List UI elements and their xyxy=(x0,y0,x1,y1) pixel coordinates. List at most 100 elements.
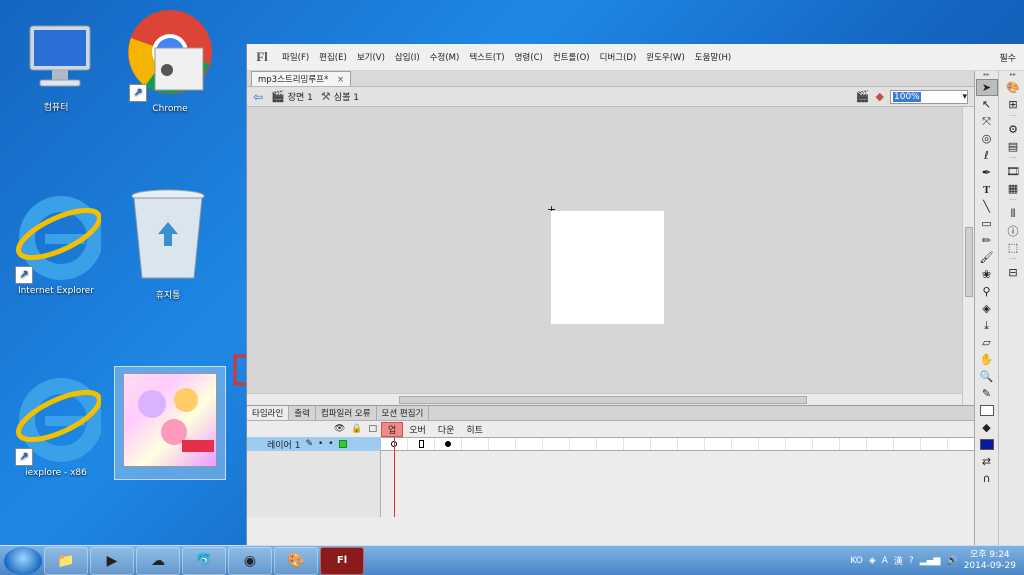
bone-tool-icon[interactable]: ⚲ xyxy=(976,283,998,300)
pen-tool-icon[interactable]: ✒ xyxy=(976,164,998,181)
stage-pasteboard[interactable]: + xyxy=(247,107,974,405)
menu-modify[interactable]: 수정(M) xyxy=(425,51,465,63)
close-icon[interactable]: × xyxy=(337,75,344,85)
text-tool-icon[interactable]: T xyxy=(976,181,998,198)
input-mode-icon[interactable]: A xyxy=(882,556,888,566)
desktop-icon-iexplore-x86[interactable]: ↗ iexplore - x86 xyxy=(6,372,106,478)
desktop-icon-recycle-bin[interactable]: 휴지통 xyxy=(118,188,218,301)
frame-label-over[interactable]: 오버 xyxy=(403,423,432,436)
breadcrumb-symbol[interactable]: ⚒ 심볼 1 xyxy=(321,90,359,103)
hanja-icon[interactable]: 漢 xyxy=(894,554,903,567)
transform-panel-icon[interactable]: ⬚ xyxy=(1002,239,1024,256)
menu-window[interactable]: 윈도우(W) xyxy=(641,51,690,63)
motion-presets-icon[interactable]: 🎞 xyxy=(1002,163,1024,180)
language-indicator[interactable]: KO xyxy=(850,556,863,566)
desktop-icon-internet-explorer[interactable]: ↗ Internet Explorer xyxy=(6,190,106,296)
outline-swatch-icon[interactable] xyxy=(338,440,347,448)
taskbar-media-player-icon[interactable]: ▶ xyxy=(90,546,134,575)
panel-grip-icon[interactable]: ···· xyxy=(1000,197,1024,205)
panel-grip-icon[interactable]: ▸▸ xyxy=(975,71,998,79)
frame-label-down[interactable]: 다운 xyxy=(432,423,461,436)
paint-bucket-tool-icon[interactable]: ◈ xyxy=(976,300,998,317)
components-panel-icon[interactable]: ⊟ xyxy=(1002,264,1024,281)
taskbar-dolphin-icon[interactable]: 🐬 xyxy=(182,546,226,575)
eraser-tool-icon[interactable]: ▱ xyxy=(976,334,998,351)
frame-label-hit[interactable]: 히트 xyxy=(460,423,489,436)
desktop-icon-chrome[interactable]: ↗ Chrome xyxy=(120,8,220,114)
free-transform-tool-icon[interactable]: ⤧ xyxy=(976,113,998,130)
line-tool-icon[interactable]: ╲ xyxy=(976,198,998,215)
menu-debug[interactable]: 디버그(D) xyxy=(595,51,642,63)
outline-icon[interactable]: □ xyxy=(368,424,377,434)
eye-icon[interactable]: 👁 xyxy=(334,424,345,434)
menu-view[interactable]: 보기(V) xyxy=(352,51,390,63)
lasso-tool-icon[interactable]: ℓ xyxy=(976,147,998,164)
scrollbar-thumb[interactable] xyxy=(965,227,973,297)
clock[interactable]: 오후 9:24 2014-09-29 xyxy=(964,550,1016,572)
taskbar-cloud-icon[interactable]: ☁ xyxy=(136,546,180,575)
visible-dot-icon[interactable]: • xyxy=(318,439,323,449)
volume-icon[interactable]: 🔊 xyxy=(946,556,957,566)
snap-magnet-icon[interactable]: ∩ xyxy=(976,470,998,487)
info-panel-icon[interactable]: ⓘ xyxy=(1002,222,1024,239)
horizontal-scrollbar[interactable] xyxy=(247,393,962,405)
taskbar-explorer-icon[interactable]: 📁 xyxy=(44,546,88,575)
menu-edit[interactable]: 편집(E) xyxy=(314,51,352,63)
vertical-scrollbar[interactable] xyxy=(962,107,974,405)
tab-motion-editor[interactable]: 모션 편집기 xyxy=(377,406,430,420)
layer-row[interactable]: 레이어 1 ✎ • • xyxy=(247,437,381,451)
menu-insert[interactable]: 삽입(I) xyxy=(390,51,425,63)
taskbar-paint-icon[interactable]: 🎨 xyxy=(274,546,318,575)
start-button[interactable] xyxy=(4,546,42,575)
stroke-color-swatch[interactable] xyxy=(979,405,994,416)
taskbar-chrome-icon[interactable]: ◉ xyxy=(228,546,272,575)
workspace-mode[interactable]: 필수 xyxy=(999,51,1024,64)
tab-compiler-errors[interactable]: 컴파일러 오류 xyxy=(316,406,377,420)
stage-canvas[interactable] xyxy=(551,211,664,324)
rectangle-tool-icon[interactable]: ▭ xyxy=(976,215,998,232)
frame-cells[interactable] xyxy=(381,437,974,451)
tab-output[interactable]: 출력 xyxy=(289,406,316,420)
back-arrow-icon[interactable]: ⇦ xyxy=(253,90,263,104)
lock-icon[interactable]: 🔒 xyxy=(351,424,362,434)
swap-colors-icon[interactable]: ⇄ xyxy=(976,453,998,470)
subselection-tool-icon[interactable]: ↖ xyxy=(976,96,998,113)
library-panel-icon[interactable]: ⚙ xyxy=(1002,121,1024,138)
fill-color-icon[interactable]: ◆ xyxy=(976,419,998,436)
zoom-select[interactable]: 100% ▾ xyxy=(890,89,968,104)
panel-grip-icon[interactable]: ···· xyxy=(1000,113,1024,121)
edit-scene-icon[interactable]: 🎬 xyxy=(856,90,870,103)
properties-panel-icon[interactable]: ▤ xyxy=(1002,138,1024,155)
help-icon[interactable]: ? xyxy=(909,556,914,566)
zoom-tool-icon[interactable]: 🔍 xyxy=(976,368,998,385)
menu-control[interactable]: 컨트롤(O) xyxy=(548,51,595,63)
breadcrumb-scene[interactable]: 🎬 장면 1 xyxy=(271,90,313,103)
frame-label-up[interactable]: 업 xyxy=(381,421,404,437)
menu-file[interactable]: 파일(F) xyxy=(277,51,314,63)
menu-commands[interactable]: 명령(C) xyxy=(510,51,548,63)
panel-grip-icon[interactable]: ···· xyxy=(1000,256,1024,264)
panel-grip-icon[interactable]: ···· xyxy=(1000,155,1024,163)
pencil-tool-icon[interactable]: ✏ xyxy=(976,232,998,249)
lock-dot-icon[interactable]: • xyxy=(328,439,333,449)
hand-tool-icon[interactable]: ✋ xyxy=(976,351,998,368)
stroke-color-icon[interactable]: ✎ xyxy=(976,385,998,402)
playhead[interactable] xyxy=(394,437,395,517)
desktop-icon-computer[interactable]: 컴퓨터 xyxy=(6,22,106,113)
fill-color-swatch[interactable] xyxy=(979,439,994,450)
tab-document[interactable]: mp3스트리밍루프* × xyxy=(251,71,352,86)
menu-help[interactable]: 도움말(H) xyxy=(690,51,736,63)
scrollbar-thumb[interactable] xyxy=(399,396,807,404)
taskbar-flash-icon[interactable]: Fl xyxy=(320,546,364,575)
grid-panel-icon[interactable]: ▦ xyxy=(1002,180,1024,197)
edit-symbols-icon[interactable]: ◆ xyxy=(876,90,884,103)
eyedropper-tool-icon[interactable]: ⤓ xyxy=(976,317,998,334)
deco-tool-icon[interactable]: ❀ xyxy=(976,266,998,283)
keyframe-icon[interactable] xyxy=(445,441,451,447)
ime-icon[interactable]: ◈ xyxy=(869,556,876,566)
brush-tool-icon[interactable]: 🖌 xyxy=(976,249,998,266)
selection-tool-icon[interactable]: ➤ xyxy=(975,79,998,96)
align-panel-icon[interactable]: ⫴ xyxy=(1002,205,1024,222)
color-panel-icon[interactable]: 🎨 xyxy=(1002,79,1024,96)
panel-grip-icon[interactable]: ▸▸ xyxy=(1000,71,1024,79)
